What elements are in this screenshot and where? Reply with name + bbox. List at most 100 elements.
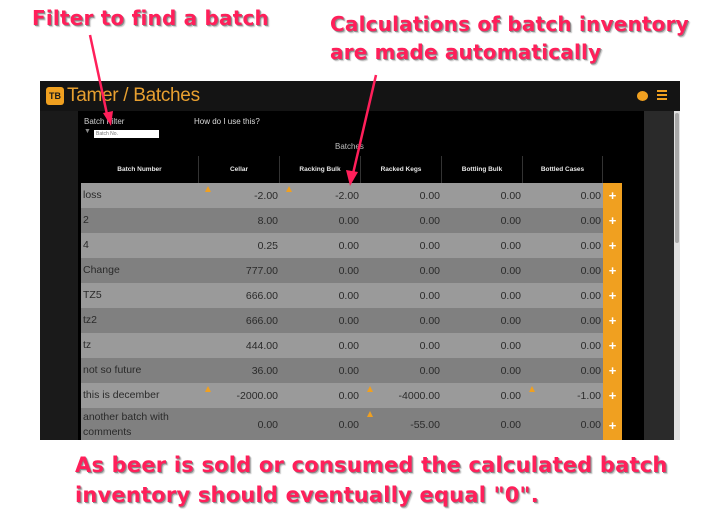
column-header-racking-bulk[interactable]: Racking Bulk	[280, 156, 361, 183]
value-cell-cellar: 666.00	[245, 314, 278, 327]
top-bar: TB Tamer / Batches	[40, 81, 680, 111]
warning-triangle-icon	[205, 186, 211, 192]
value-cell-racked-kegs: 0.00	[419, 264, 440, 277]
app-window: TB Tamer / Batches Batch Filter ▼ How do…	[40, 81, 680, 440]
add-button[interactable]: +	[603, 283, 622, 308]
batch-number-cell: loss	[83, 189, 102, 201]
value-cell-bottled-cases: 0.00	[580, 339, 601, 352]
annotation-bottom-line2: inventory should eventually equal "0".	[75, 483, 539, 507]
batch-number-cell: not so future	[83, 364, 142, 376]
add-button[interactable]: +	[603, 333, 622, 358]
value-cell-bottled-cases: 0.00	[580, 364, 601, 377]
table-row[interactable]: 4 0.25 0.00 0.00 0.00 0.00 +	[81, 233, 622, 258]
table-header: Batch Number Cellar Racking Bulk Racked …	[81, 156, 622, 183]
value-cell-racking-bulk: 0.00	[338, 239, 359, 252]
value-cell-cellar: 36.00	[251, 364, 278, 377]
left-gutter	[40, 111, 78, 440]
value-cell-cellar: 8.00	[257, 214, 278, 227]
add-button[interactable]: +	[603, 208, 622, 233]
batch-filter-label: Batch Filter	[84, 117, 125, 126]
value-cell-racking-bulk: 0.00	[338, 314, 359, 327]
value-cell-racked-kegs: 0.00	[419, 189, 440, 202]
add-button[interactable]: +	[603, 358, 622, 383]
value-cell-racked-kegs: -55.00	[410, 419, 440, 431]
table-row[interactable]: Change 777.00 0.00 0.00 0.00 0.00 +	[81, 258, 622, 283]
annotation-calc-line2: are made automatically	[330, 40, 602, 64]
add-button[interactable]: +	[603, 233, 622, 258]
value-cell-bottling-bulk: 0.00	[500, 389, 521, 402]
annotation-bottom: As beer is sold or consumed the calculat…	[75, 450, 668, 510]
warning-triangle-icon	[367, 386, 373, 392]
column-header-cellar[interactable]: Cellar	[199, 156, 280, 183]
table-title: Batches	[335, 142, 364, 151]
value-cell-racking-bulk: 0.00	[338, 214, 359, 227]
help-link[interactable]: How do I use this?	[194, 117, 260, 126]
add-button[interactable]: +	[603, 408, 622, 440]
batch-number-cell: tz	[83, 339, 92, 351]
value-cell-cellar: 444.00	[245, 339, 278, 352]
warning-triangle-icon	[286, 186, 292, 192]
value-cell-bottling-bulk: 0.00	[500, 289, 521, 302]
value-cell-cellar: -2000.00	[236, 389, 278, 402]
batch-number-cell: TZ5	[83, 289, 102, 301]
value-cell-racking-bulk: 0.00	[338, 364, 359, 377]
value-cell-racked-kegs: 0.00	[419, 239, 440, 252]
add-button[interactable]: +	[603, 258, 622, 283]
value-cell-bottled-cases: -1.00	[577, 389, 601, 402]
batch-number-cell: tz2	[83, 314, 98, 326]
value-cell-racked-kegs: 0.00	[419, 289, 440, 302]
value-cell-racking-bulk: 0.00	[338, 419, 359, 431]
add-button[interactable]: +	[603, 383, 622, 408]
value-cell-racking-bulk: 0.00	[338, 389, 359, 402]
table-row[interactable]: 2 8.00 0.00 0.00 0.00 0.00 +	[81, 208, 622, 233]
add-button[interactable]: +	[603, 183, 622, 208]
batch-number-cell: Change	[83, 264, 120, 276]
page-title: Tamer / Batches	[67, 85, 200, 106]
value-cell-bottled-cases: 0.00	[580, 214, 601, 227]
table-row[interactable]: tz2 666.00 0.00 0.00 0.00 0.00 +	[81, 308, 622, 333]
table-row[interactable]: this is december -2000.00 0.00 -4000.00 0.00…	[81, 383, 622, 408]
warning-triangle-icon	[205, 386, 211, 392]
batch-number-cell: 4	[83, 239, 89, 251]
column-header-racked-kegs[interactable]: Racked Kegs	[361, 156, 442, 183]
value-cell-cellar: -2.00	[254, 189, 278, 202]
value-cell-bottling-bulk: 0.00	[500, 364, 521, 377]
annotation-filter: Filter to find a batch	[32, 6, 269, 30]
logo-icon: TB	[46, 87, 64, 105]
value-cell-bottling-bulk: 0.00	[500, 314, 521, 327]
table-row[interactable]: loss -2.00 -2.00 0.00 0.00 0.00 +	[81, 183, 622, 208]
table-row[interactable]: tz 444.00 0.00 0.00 0.00 0.00 +	[81, 333, 622, 358]
add-button[interactable]: +	[603, 308, 622, 333]
value-cell-bottling-bulk: 0.00	[500, 239, 521, 252]
value-cell-bottling-bulk: 0.00	[500, 419, 521, 431]
value-cell-racked-kegs: 0.00	[419, 339, 440, 352]
batch-filter-input[interactable]	[94, 130, 159, 138]
value-cell-bottled-cases: 0.00	[580, 264, 601, 277]
value-cell-cellar: 777.00	[245, 264, 278, 277]
batch-number-cell: 2	[83, 214, 89, 226]
value-cell-cellar: 0.00	[257, 419, 278, 431]
column-header-batch-number[interactable]: Batch Number	[81, 156, 199, 183]
value-cell-bottled-cases: 0.00	[580, 239, 601, 252]
value-cell-bottling-bulk: 0.00	[500, 264, 521, 277]
value-cell-racked-kegs: -4000.00	[398, 389, 440, 402]
value-cell-racking-bulk: 0.00	[338, 339, 359, 352]
table-row[interactable]: not so future 36.00 0.00 0.00 0.00 0.00 +	[81, 358, 622, 383]
table-row[interactable]: another batch with comments 0.00 0.00 -55.0…	[81, 408, 622, 440]
column-header-bottled-cases[interactable]: Bottled Cases	[523, 156, 603, 183]
value-cell-racked-kegs: 0.00	[419, 364, 440, 377]
value-cell-racking-bulk: -2.00	[335, 189, 359, 202]
value-cell-bottling-bulk: 0.00	[500, 339, 521, 352]
value-cell-racked-kegs: 0.00	[419, 214, 440, 227]
chat-bubble-icon[interactable]	[637, 91, 648, 101]
scrollbar-thumb[interactable]	[675, 113, 679, 243]
value-cell-bottled-cases: 0.00	[580, 314, 601, 327]
value-cell-bottled-cases: 0.00	[580, 189, 601, 202]
table-row[interactable]: TZ5 666.00 0.00 0.00 0.00 0.00 +	[81, 283, 622, 308]
value-cell-cellar: 666.00	[245, 289, 278, 302]
value-cell-bottling-bulk: 0.00	[500, 214, 521, 227]
warning-triangle-icon	[529, 386, 535, 392]
hamburger-menu-icon[interactable]	[657, 90, 667, 101]
warning-triangle-icon	[367, 411, 373, 417]
column-header-bottling-bulk[interactable]: Bottling Bulk	[442, 156, 523, 183]
